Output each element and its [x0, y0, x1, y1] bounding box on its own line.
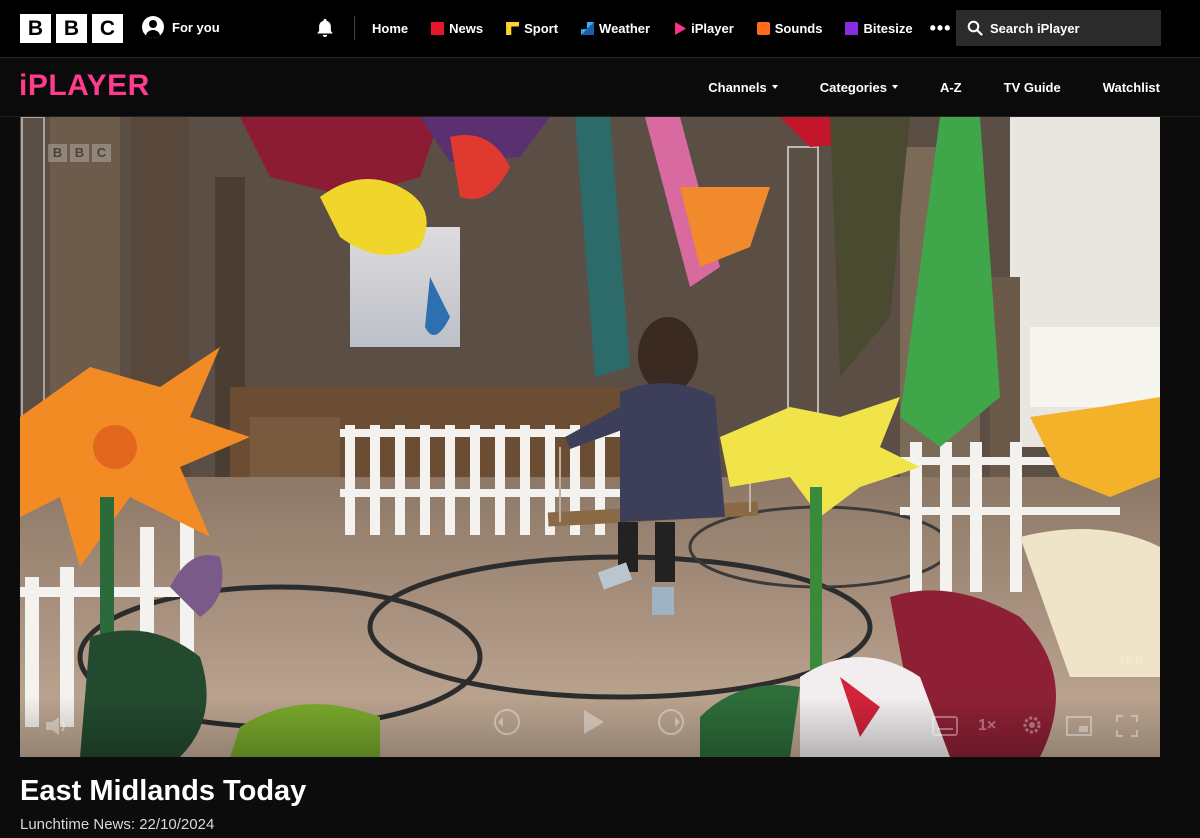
nav-link-label: Weather	[599, 21, 651, 36]
watchlist-link[interactable]: Watchlist	[1103, 80, 1160, 95]
playback-speed-button[interactable]: 1×	[978, 717, 996, 735]
sport-icon	[506, 22, 520, 35]
nav-link-label: News	[449, 21, 484, 36]
nav-link-label: Bitesize	[863, 21, 913, 36]
nav-divider	[354, 16, 355, 40]
sounds-icon	[756, 22, 770, 35]
play-icon[interactable]	[578, 707, 608, 737]
watermark-letter: B	[48, 144, 67, 162]
rewind-20-icon[interactable]	[492, 707, 522, 737]
menu-label: Categories	[819, 79, 887, 95]
for-you-label: For you	[172, 19, 220, 35]
notifications-bell-icon[interactable]	[314, 17, 336, 39]
search-icon	[967, 20, 983, 36]
nav-link-sounds[interactable]: Sounds	[756, 21, 823, 36]
nav-link-weather[interactable]: Weather	[581, 21, 650, 36]
episode-subtitle: Lunchtime News: 22/10/2024	[20, 816, 215, 833]
search-iplayer-field[interactable]: Search iPlayer	[956, 10, 1161, 46]
watermark-letter: B	[70, 144, 89, 162]
menu-label: Channels	[708, 79, 767, 95]
news-icon	[431, 22, 445, 35]
channels-dropdown[interactable]: Channels	[708, 80, 778, 95]
a-z-link[interactable]: A-Z	[940, 80, 962, 95]
nav-link-label: Home	[372, 21, 409, 36]
menu-label: Watchlist	[1102, 79, 1160, 95]
iplayer-icon	[675, 22, 687, 35]
categories-dropdown[interactable]: Categories	[820, 80, 898, 95]
menu-label: A-Z	[939, 79, 962, 95]
player-controls: 1×	[20, 697, 1160, 757]
chevron-down-icon	[891, 85, 898, 89]
bbc-watermark: B B C	[48, 144, 111, 162]
bbc-product-links: Home News Sport Weather iPlayer Sounds B…	[372, 0, 951, 57]
nav-link-home[interactable]: Home	[372, 21, 408, 36]
nav-link-label: Sport	[524, 21, 559, 36]
iplayer-nav: iPLAYER Channels Categories A-Z TV Guide…	[0, 58, 1200, 117]
nav-link-label: Sounds	[774, 21, 823, 36]
settings-gear-icon[interactable]	[1020, 713, 1044, 737]
account-icon	[142, 16, 164, 38]
weather-icon	[581, 22, 595, 35]
fullscreen-icon[interactable]	[1116, 715, 1138, 737]
volume-icon[interactable]	[44, 715, 70, 737]
nav-link-bitesize[interactable]: Bitesize	[845, 21, 913, 36]
menu-label: TV Guide	[1003, 79, 1061, 95]
bbc-logo-letter: B	[56, 14, 87, 43]
picture-in-picture-icon[interactable]	[1066, 715, 1092, 737]
nav-link-news[interactable]: News	[431, 21, 483, 36]
time-remaining: 10:0	[1118, 653, 1142, 667]
tv-guide-link[interactable]: TV Guide	[1004, 80, 1061, 95]
video-player[interactable]: B B C 10:0 1×	[20, 117, 1160, 757]
iplayer-menu: Channels Categories A-Z TV Guide Watchli…	[708, 58, 1160, 116]
watermark-letter: C	[92, 144, 111, 162]
iplayer-logo[interactable]: iPLAYER	[19, 69, 150, 103]
nav-link-iplayer[interactable]: iPlayer	[673, 21, 734, 36]
more-menu-button[interactable]: •••	[930, 18, 952, 39]
bbc-global-nav: B B C For you Home News Sport Weather iP…	[0, 0, 1200, 58]
chevron-down-icon	[771, 85, 778, 89]
forward-20-icon[interactable]	[656, 707, 686, 737]
nav-link-sport[interactable]: Sport	[506, 21, 558, 36]
video-frame-scene	[20, 117, 1160, 757]
search-placeholder: Search iPlayer	[990, 20, 1080, 36]
nav-link-label: iPlayer	[691, 21, 734, 36]
bbc-logo[interactable]: B B C	[20, 14, 123, 43]
bitesize-icon	[845, 22, 859, 35]
for-you-link[interactable]: For you	[142, 16, 220, 38]
programme-title: East Midlands Today	[20, 775, 307, 807]
bbc-logo-letter: B	[20, 14, 51, 43]
subtitles-icon[interactable]	[932, 715, 958, 737]
bbc-logo-letter: C	[92, 14, 123, 43]
